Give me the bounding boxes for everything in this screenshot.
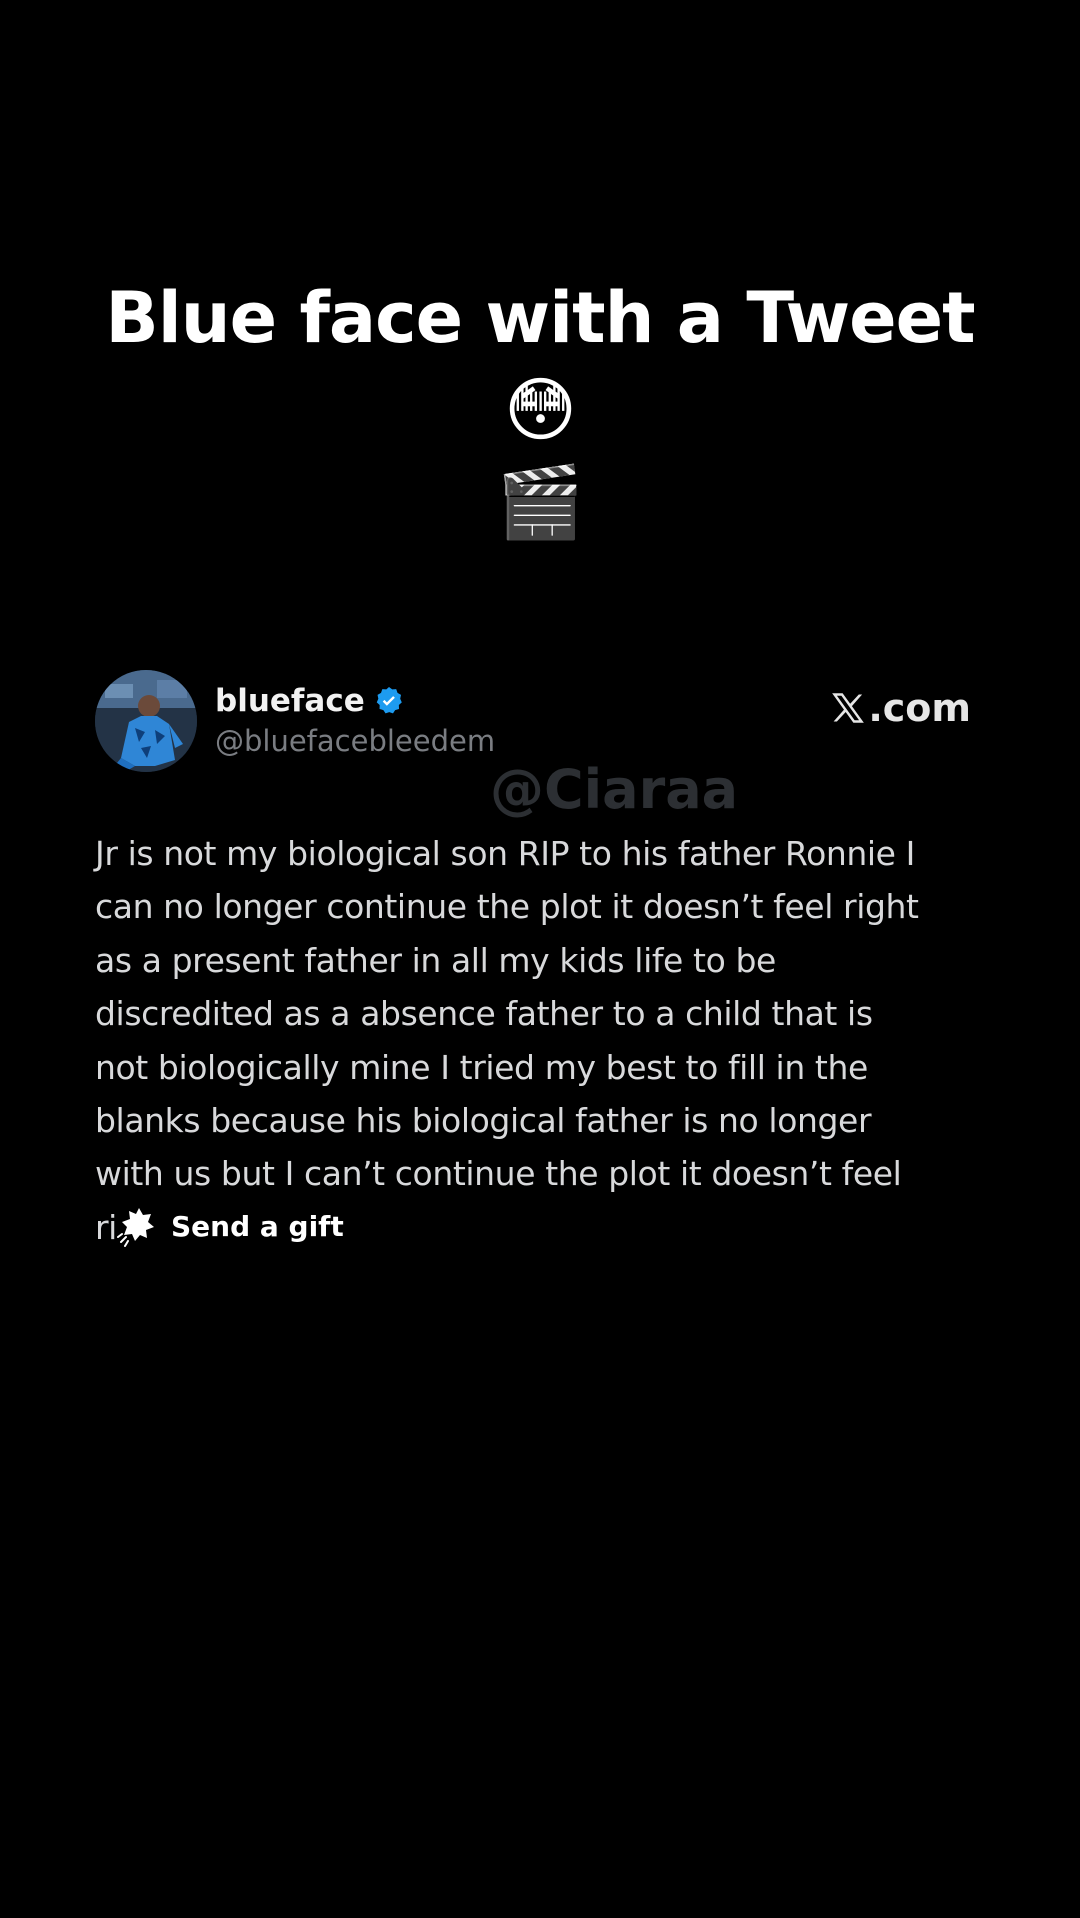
author-handle[interactable]: @bluefacebleedem [215, 724, 495, 758]
verified-badge-icon [376, 687, 402, 714]
tweet-line: blanks because his biological father is … [95, 1101, 872, 1141]
tweet-line: not biologically mine I tried my best to… [95, 1047, 868, 1087]
tweet-line: with us but I can’t continue the plot it… [95, 1154, 902, 1194]
platform-label: .com [830, 686, 971, 730]
platform-domain: .com [868, 686, 971, 730]
avatar [95, 670, 197, 772]
send-gift-label: Send a gift [171, 1209, 344, 1243]
tweet-line: discredited as a absence father to a chi… [95, 994, 873, 1034]
tweet-body: Jr is not my biological son RIP to his f… [95, 827, 985, 1254]
flushed-face-emoji: 😳 [504, 369, 577, 451]
tweet-line: as a present father in all my kids life … [95, 940, 776, 980]
send-gift-button[interactable]: Send a gift [115, 1202, 344, 1250]
author-name-row: blueface [215, 680, 405, 722]
profile-photo-icon [95, 670, 197, 772]
tweet-line: Jr is not my biological son RIP to his f… [95, 834, 915, 873]
caption-text: Blue face with a Tweet [105, 277, 975, 359]
x-logo-icon [832, 693, 865, 723]
clapper-board-emoji: 🎬 [496, 461, 584, 543]
video-caption: Blue face with a Tweet 😳 🎬 [60, 272, 1020, 548]
display-name[interactable]: blueface [215, 683, 365, 719]
watermark: @Ciaraa [490, 758, 739, 821]
tweet-line: can no longer continue the plot it doesn… [95, 887, 919, 927]
gift-icon [117, 1208, 154, 1247]
